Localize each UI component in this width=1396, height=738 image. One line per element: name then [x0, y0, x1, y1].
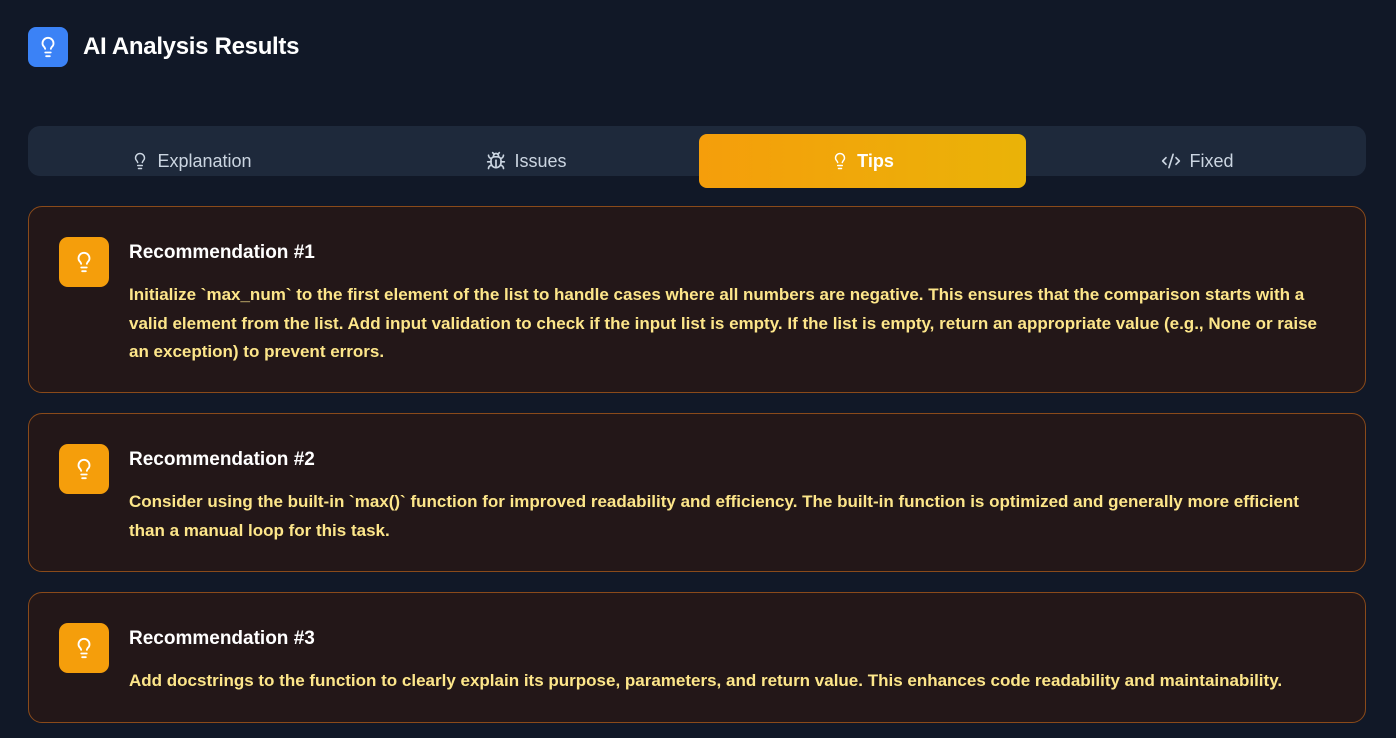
lightbulb-icon — [28, 27, 68, 67]
recommendation-card: Recommendation #2 Consider using the bui… — [28, 413, 1366, 572]
recommendation-text: Initialize `max_num` to the first elemen… — [129, 285, 1318, 361]
tab-label: Tips — [857, 150, 894, 171]
lightbulb-icon — [59, 623, 109, 673]
recommendation-text: Consider using the built-in `max()` func… — [129, 492, 1299, 540]
recommendation-card: Recommendation #1 Initialize `max_num` t… — [28, 206, 1366, 393]
recommendation-title: Recommendation #2 — [129, 449, 315, 470]
tab-label: Fixed — [1189, 150, 1234, 171]
tab-bar: Explanation Issues Tips Fixed — [28, 126, 1366, 188]
lightbulb-icon — [59, 237, 109, 287]
recommendation-title: Recommendation #1 — [129, 242, 315, 263]
tab-label: Issues — [514, 150, 567, 171]
lightbulb-icon — [831, 151, 849, 171]
recommendation-text: Add docstrings to the function to clearl… — [129, 671, 1283, 690]
lightbulb-icon — [59, 444, 109, 494]
tab-tips[interactable]: Tips — [699, 134, 1026, 188]
code-icon — [1161, 151, 1181, 171]
tab-label: Explanation — [157, 150, 252, 171]
page-header: AI Analysis Results — [28, 27, 299, 67]
lightbulb-icon — [131, 151, 149, 171]
recommendation-title: Recommendation #3 — [129, 628, 315, 649]
tab-explanation[interactable]: Explanation — [28, 134, 355, 188]
tab-fixed[interactable]: Fixed — [1034, 134, 1361, 188]
bug-icon — [486, 151, 506, 171]
page-title: AI Analysis Results — [83, 33, 300, 60]
recommendation-card: Recommendation #3 Add docstrings to the … — [28, 592, 1366, 723]
tab-issues[interactable]: Issues — [363, 134, 690, 188]
